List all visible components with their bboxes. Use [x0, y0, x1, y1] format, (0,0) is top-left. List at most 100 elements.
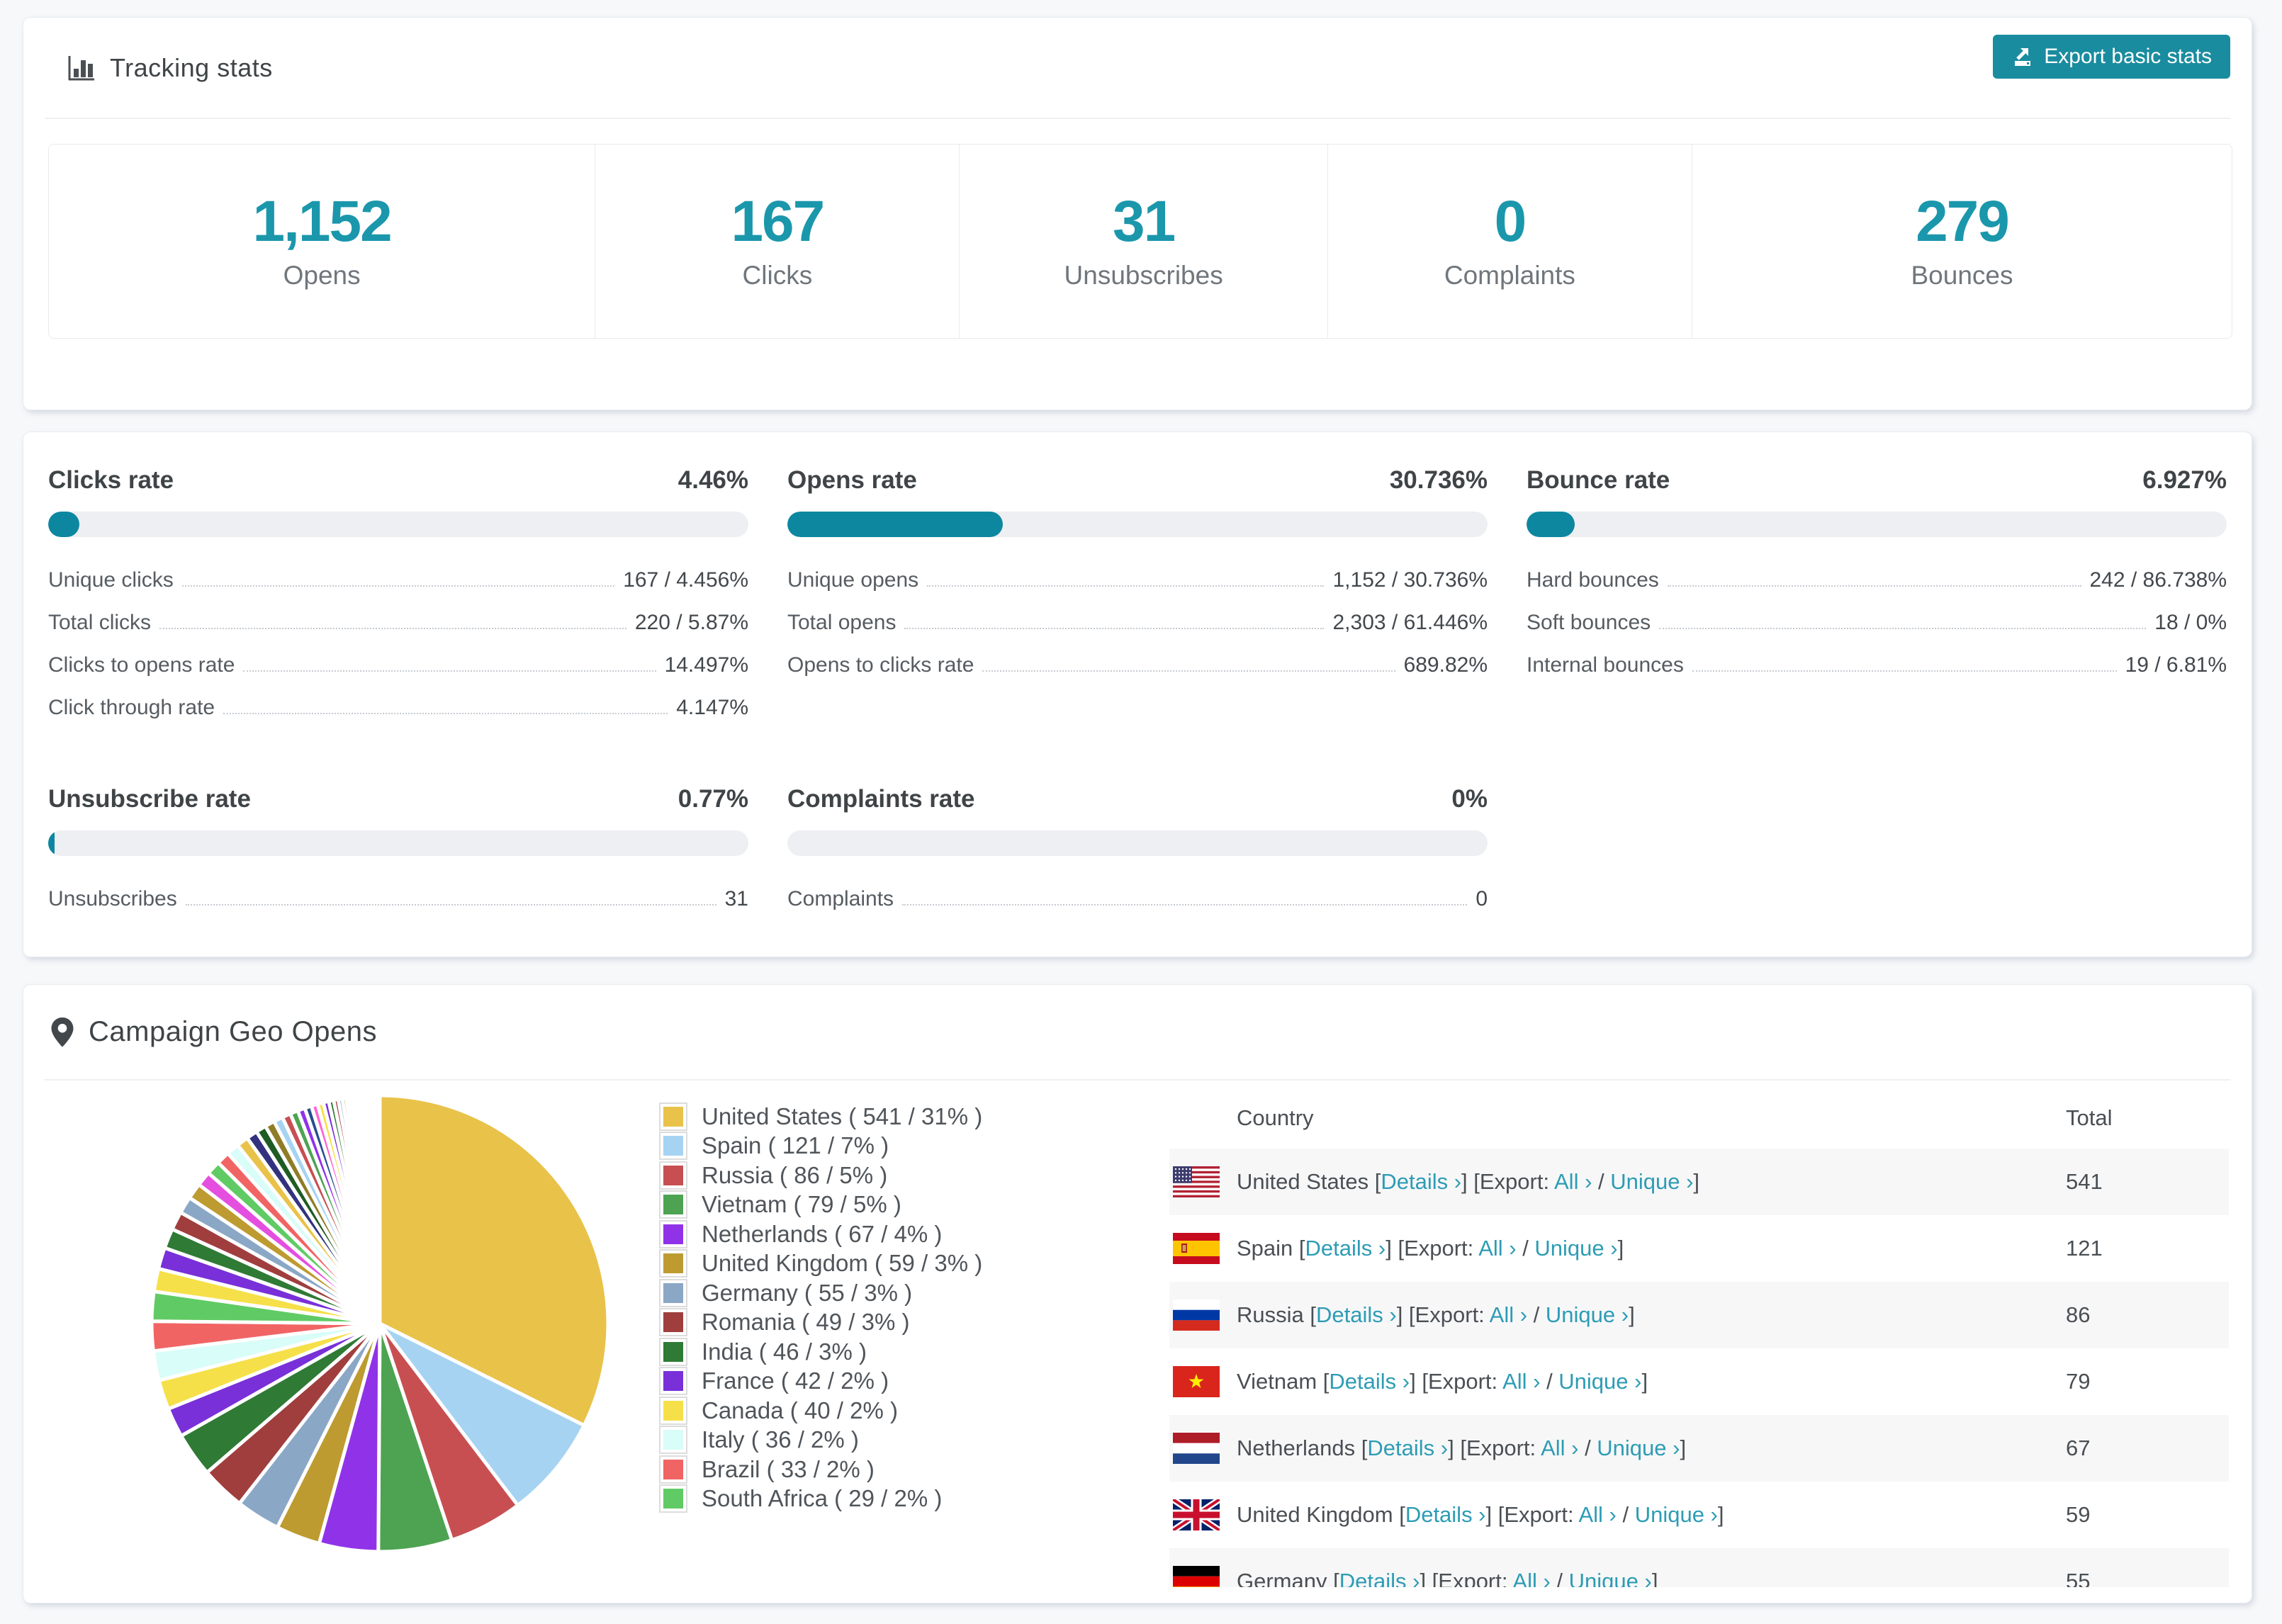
- stat-label: Complaints: [1444, 260, 1575, 290]
- export-all-link[interactable]: All ›: [1541, 1436, 1578, 1460]
- export-unique-link[interactable]: Unique ›: [1635, 1502, 1718, 1527]
- export-all-link[interactable]: All ›: [1490, 1302, 1527, 1327]
- country-total: 67: [2066, 1436, 2091, 1460]
- detail-label: Click through rate: [48, 696, 215, 719]
- legend-label: Italy ( 36 / 2% ): [702, 1426, 859, 1453]
- legend-color-swatch: [659, 1455, 687, 1484]
- details-link[interactable]: Details ›: [1316, 1302, 1397, 1327]
- legend-item-germany[interactable]: Germany ( 55 / 3% ): [659, 1278, 982, 1308]
- export-unique-link[interactable]: Unique ›: [1546, 1302, 1629, 1327]
- progress-bar-fill: [48, 512, 80, 537]
- rate-detail-row: Unique clicks 167 / 4.456%: [48, 568, 748, 592]
- export-all-link[interactable]: All ›: [1502, 1369, 1540, 1394]
- details-link[interactable]: Details ›: [1405, 1502, 1486, 1527]
- geo-opens-pie-chart[interactable]: [144, 1088, 616, 1560]
- legend-item-brazil[interactable]: Brazil ( 33 / 2% ): [659, 1455, 982, 1484]
- country-name: Vietnam: [1237, 1369, 1323, 1394]
- detail-value: 167 / 4.456%: [623, 568, 748, 592]
- stat-label: Clicks: [742, 260, 813, 290]
- detail-label: Total opens: [787, 611, 896, 634]
- details-link[interactable]: Details ›: [1339, 1569, 1420, 1587]
- export-all-link[interactable]: All ›: [1578, 1502, 1616, 1527]
- rate-block-unsubscribe-rate: Unsubscribe rate 0.77% Unsubscribes 31: [48, 785, 748, 930]
- flag-ru-icon: [1173, 1299, 1220, 1331]
- export-icon: [2011, 45, 2034, 68]
- legend-item-vietnam[interactable]: Vietnam ( 79 / 5% ): [659, 1190, 982, 1220]
- country-name: United Kingdom: [1237, 1502, 1400, 1527]
- legend-color-swatch: [659, 1308, 687, 1337]
- dotted-leader: [185, 904, 716, 906]
- details-link[interactable]: Details ›: [1367, 1436, 1448, 1460]
- stat-label: Opens: [283, 260, 361, 290]
- country-name: United States: [1237, 1169, 1375, 1194]
- export-unique-link[interactable]: Unique ›: [1558, 1369, 1641, 1394]
- legend-item-france[interactable]: France ( 42 / 2% ): [659, 1367, 982, 1397]
- stat-box-unsubscribes: 31 Unsubscribes: [960, 145, 1328, 338]
- export-basic-stats-button[interactable]: Export basic stats: [1993, 35, 2230, 79]
- legend-label: Germany ( 55 / 3% ): [702, 1279, 913, 1306]
- legend-item-united-states[interactable]: United States ( 541 / 31% ): [659, 1102, 982, 1132]
- legend-item-romania[interactable]: Romania ( 49 / 3% ): [659, 1308, 982, 1338]
- geo-opens-title: Campaign Geo Opens: [89, 1016, 378, 1047]
- legend-item-russia[interactable]: Russia ( 86 / 5% ): [659, 1161, 982, 1190]
- rate-value: 0%: [1451, 785, 1488, 813]
- legend-item-united-kingdom[interactable]: United Kingdom ( 59 / 3% ): [659, 1249, 982, 1279]
- rate-detail-row: Internal bounces 19 / 6.81%: [1527, 653, 2227, 677]
- stat-value: 279: [1916, 188, 2010, 254]
- detail-value: 1,152 / 30.736%: [1332, 568, 1488, 592]
- dotted-leader: [1692, 670, 2117, 672]
- export-unique-link[interactable]: Unique ›: [1569, 1569, 1652, 1587]
- rate-detail-row: Unsubscribes 31: [48, 887, 748, 910]
- legend-color-swatch: [659, 1219, 687, 1248]
- dotted-leader: [982, 670, 1395, 672]
- details-link[interactable]: Details ›: [1305, 1236, 1386, 1261]
- legend-label: Russia ( 86 / 5% ): [702, 1161, 888, 1188]
- detail-value: 18 / 0%: [2154, 611, 2227, 634]
- tracking-stats-card: Tracking stats Export basic stats 1,152 O…: [23, 18, 2252, 410]
- export-all-link[interactable]: All ›: [1554, 1169, 1592, 1194]
- legend-color-swatch: [659, 1426, 687, 1455]
- export-unique-link[interactable]: Unique ›: [1610, 1169, 1693, 1194]
- geo-table-header-total: Total: [2066, 1105, 2113, 1130]
- rate-title: Complaints rate: [787, 785, 975, 813]
- export-unique-link[interactable]: Unique ›: [1597, 1436, 1680, 1460]
- legend-color-swatch: [659, 1161, 687, 1190]
- details-link[interactable]: Details ›: [1381, 1169, 1461, 1194]
- detail-value: 689.82%: [1403, 653, 1488, 677]
- details-link[interactable]: Details ›: [1329, 1369, 1410, 1394]
- legend-item-netherlands[interactable]: Netherlands ( 67 / 4% ): [659, 1219, 982, 1249]
- tracking-stats-header: Tracking stats Export basic stats: [45, 18, 2230, 119]
- legend-color-swatch: [659, 1190, 687, 1219]
- geo-table-row-de: Germany [Details ›] [Export: All › / Uni…: [1169, 1548, 2229, 1587]
- country-total: 541: [2066, 1169, 2103, 1194]
- dotted-leader: [243, 670, 656, 672]
- legend-item-spain[interactable]: Spain ( 121 / 7% ): [659, 1132, 982, 1161]
- legend-item-india[interactable]: India ( 46 / 3% ): [659, 1337, 982, 1367]
- export-all-link[interactable]: All ›: [1512, 1569, 1550, 1587]
- legend-item-italy[interactable]: Italy ( 36 / 2% ): [659, 1426, 982, 1455]
- detail-label: Clicks to opens rate: [48, 653, 235, 677]
- country-name: Germany: [1237, 1569, 1334, 1587]
- stat-label: Bounces: [1911, 260, 2013, 290]
- legend-item-canada[interactable]: Canada ( 40 / 2% ): [659, 1396, 982, 1426]
- country-total: 59: [2066, 1502, 2091, 1527]
- legend-label: Romania ( 49 / 3% ): [702, 1309, 910, 1336]
- rate-detail-row: Total opens 2,303 / 61.446%: [787, 611, 1488, 634]
- dotted-leader: [181, 585, 615, 587]
- progress-bar-track: [1527, 512, 2227, 537]
- rate-title: Bounce rate: [1527, 466, 1670, 494]
- page-title: Tracking stats: [110, 52, 273, 82]
- rate-value: 6.927%: [2142, 466, 2227, 494]
- legend-item-south-africa[interactable]: South Africa ( 29 / 2% ): [659, 1484, 982, 1514]
- export-unique-link[interactable]: Unique ›: [1534, 1236, 1617, 1261]
- export-all-link[interactable]: All ›: [1478, 1236, 1516, 1261]
- country-total: 121: [2066, 1236, 2103, 1261]
- rate-detail-row: Clicks to opens rate 14.497%: [48, 653, 748, 677]
- map-pin-icon: [50, 1017, 74, 1048]
- dotted-leader: [927, 585, 1325, 587]
- detail-label: Unique opens: [787, 568, 919, 592]
- detail-label: Complaints: [787, 887, 894, 910]
- email-tracking-dashboard: Tracking stats Export basic stats 1,152 O…: [0, 0, 2282, 1624]
- detail-value: 242 / 86.738%: [2089, 568, 2227, 592]
- geo-opens-card: Campaign Geo Opens United States ( 541 /…: [23, 985, 2252, 1603]
